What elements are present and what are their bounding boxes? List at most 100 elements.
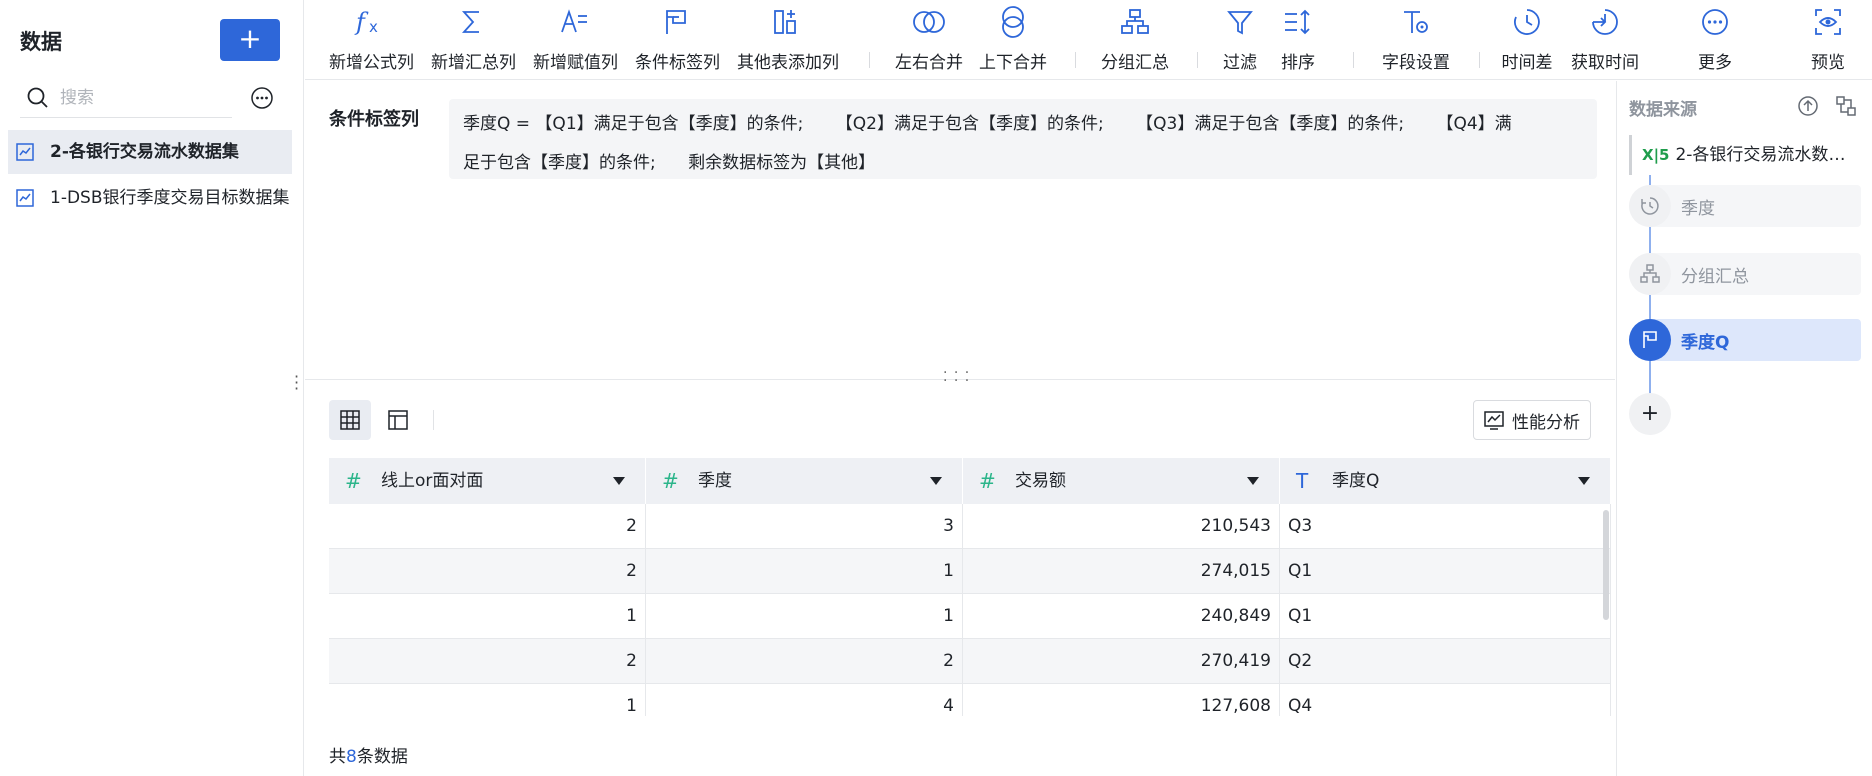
table-cell: 4 xyxy=(646,684,963,716)
pivot-view-button[interactable] xyxy=(377,400,419,440)
toolbar-label: 新增公式列 xyxy=(329,53,414,73)
sidebar-item-dataset-1[interactable]: 1-DSB银行季度交易目标数据集 xyxy=(8,176,292,220)
group-icon xyxy=(1121,9,1149,34)
toolbar-label: 获取时间 xyxy=(1571,53,1639,73)
search-input[interactable] xyxy=(60,84,225,112)
add-assign-column-button[interactable]: 新增赋值列 xyxy=(533,4,618,76)
row-count-suffix: 条数据 xyxy=(356,747,408,767)
app-root: 数据 + 2-各银行交易流水数据集 1-DSB银行季度交易目标数据集 ··· f… xyxy=(0,0,1872,776)
table-row: 1 4 127,608 Q4 xyxy=(329,684,1611,716)
sidebar-item-dataset-2[interactable]: 2-各银行交易流水数据集 xyxy=(8,130,292,174)
table-header: # 线上or面对面 # 季度 # 交易额 T 季度Q xyxy=(329,458,1611,504)
table-cell: 274,015 xyxy=(963,549,1280,594)
toolbar-label: 上下合并 xyxy=(979,53,1047,73)
merge-horizontal-button[interactable]: 左右合并 xyxy=(893,4,965,76)
toolbar-label: 排序 xyxy=(1281,53,1315,73)
table-cell: 1 xyxy=(646,594,963,639)
table-cell: 1 xyxy=(646,549,963,594)
toolbar-label: 分组汇总 xyxy=(1101,53,1169,73)
toolbar-divider xyxy=(869,52,870,68)
sidebar: 数据 + 2-各银行交易流水数据集 1-DSB银行季度交易目标数据集 ··· xyxy=(0,0,304,776)
caret-down-icon[interactable] xyxy=(613,477,625,485)
column-name: 季度 xyxy=(698,471,732,491)
sidebar-resize-handle[interactable]: · · · xyxy=(294,369,299,397)
sort-button[interactable]: 排序 xyxy=(1275,4,1321,76)
upload-icon[interactable] xyxy=(1797,95,1819,117)
table-cell: Q1 xyxy=(1280,549,1611,594)
add-dataset-button[interactable]: + xyxy=(220,19,280,61)
table-scrollbar[interactable] xyxy=(1603,510,1609,620)
toolbar-divider xyxy=(1479,52,1480,68)
toolbar-label: 条件标签列 xyxy=(635,53,720,73)
table-row: 2 1 274,015 Q1 xyxy=(329,549,1611,594)
filter-icon xyxy=(1227,11,1253,35)
table-cell: 1 xyxy=(329,594,646,639)
more-options-icon[interactable] xyxy=(250,86,274,110)
add-formula-column-button[interactable]: fx 新增公式列 xyxy=(329,4,414,76)
toolbar: fx 新增公式列 新增汇总列 新增赋值列 条件标签列 其他表添加列 左右合并 上… xyxy=(305,0,1872,80)
toolbar-label: 其他表添加列 xyxy=(737,53,839,73)
column-header[interactable]: # 线上or面对面 xyxy=(329,458,646,504)
add-step-button[interactable]: + xyxy=(1629,393,1671,435)
step-label: 季度 xyxy=(1681,198,1715,219)
sidebar-title: 数据 xyxy=(20,30,62,54)
table-body: 2 3 210,543 Q3 2 1 274,015 Q1 1 1 240,84… xyxy=(329,504,1611,716)
grid-view-button[interactable] xyxy=(329,400,371,440)
table-cell: 2 xyxy=(329,639,646,684)
more-button[interactable]: 更多 xyxy=(1687,4,1743,76)
get-time-icon xyxy=(1592,9,1618,35)
column-header[interactable]: # 季度 xyxy=(646,458,963,504)
more-icon xyxy=(1702,9,1728,35)
table-cell: 127,608 xyxy=(963,684,1280,716)
column-header[interactable]: T 季度Q xyxy=(1280,458,1611,504)
config-panel: 条件标签列 季度Q = 【Q1】满足于包含【季度】的条件; 【Q2】满足于包含【… xyxy=(305,81,1615,388)
table-cell: 3 xyxy=(646,504,963,549)
condition-summary[interactable]: 季度Q = 【Q1】满足于包含【季度】的条件; 【Q2】满足于包含【季度】的条件… xyxy=(449,99,1597,179)
performance-analysis-button[interactable]: 性能分析 xyxy=(1473,400,1591,440)
table-cell: 2 xyxy=(329,504,646,549)
search-box xyxy=(20,80,232,118)
condition-line: 足于包含【季度】的条件; 剩余数据标签为【其他】 xyxy=(463,153,876,173)
conditional-tag-column-button[interactable]: 条件标签列 xyxy=(635,4,720,76)
search-icon xyxy=(27,87,48,108)
table-row: 2 2 270,419 Q2 xyxy=(329,639,1611,684)
merge-vertical-button[interactable]: 上下合并 xyxy=(977,4,1049,76)
caret-down-icon[interactable] xyxy=(1578,477,1590,485)
text-field-icon: T xyxy=(1296,469,1309,493)
config-label: 条件标签列 xyxy=(329,109,419,130)
filter-button[interactable]: 过滤 xyxy=(1217,4,1263,76)
relation-icon[interactable] xyxy=(1835,95,1857,117)
column-header[interactable]: # 交易额 xyxy=(963,458,1280,504)
add-column-icon xyxy=(774,10,796,34)
table-cell: Q1 xyxy=(1280,594,1611,639)
toolbar-label: 新增赋值列 xyxy=(533,53,618,73)
condition-line: 季度Q = 【Q1】满足于包含【季度】的条件; 【Q2】满足于包含【季度】的条件… xyxy=(463,114,1512,134)
toolbar-label: 时间差 xyxy=(1501,53,1553,73)
step-quarter[interactable]: 季度 xyxy=(1629,185,1861,227)
source-dataset[interactable]: X|5 2-各银行交易流水数据集 xyxy=(1629,135,1861,175)
field-settings-button[interactable]: 字段设置 xyxy=(1375,4,1457,76)
toolbar-label: 过滤 xyxy=(1223,53,1257,73)
source-dataset-label: 2-各银行交易流水数据集 xyxy=(1675,145,1861,165)
add-summary-column-button[interactable]: 新增汇总列 xyxy=(431,4,516,76)
row-count-prefix: 共 xyxy=(329,747,346,767)
row-count: 共8条数据 xyxy=(329,742,408,767)
add-column-from-table-button[interactable]: 其他表添加列 xyxy=(737,4,839,76)
assign-icon xyxy=(561,9,587,33)
history-icon xyxy=(1629,185,1671,227)
flag-icon xyxy=(1629,319,1671,361)
sort-icon xyxy=(1285,9,1310,35)
column-name: 交易额 xyxy=(1015,471,1066,491)
merge-vertical-icon xyxy=(1002,6,1024,38)
table-row: 2 3 210,543 Q3 xyxy=(329,504,1611,549)
step-quarter-q[interactable]: 季度Q xyxy=(1629,319,1861,361)
get-time-button[interactable]: 获取时间 xyxy=(1563,4,1647,76)
field-settings-icon xyxy=(1404,11,1428,33)
step-group-summary[interactable]: 分组汇总 xyxy=(1629,253,1861,295)
time-diff-button[interactable]: 时间差 xyxy=(1495,4,1559,76)
preview-button[interactable]: 预览 xyxy=(1803,4,1853,76)
group-summary-button[interactable]: 分组汇总 xyxy=(1097,4,1173,76)
caret-down-icon[interactable] xyxy=(930,477,942,485)
caret-down-icon[interactable] xyxy=(1247,477,1259,485)
table-cell: 2 xyxy=(646,639,963,684)
